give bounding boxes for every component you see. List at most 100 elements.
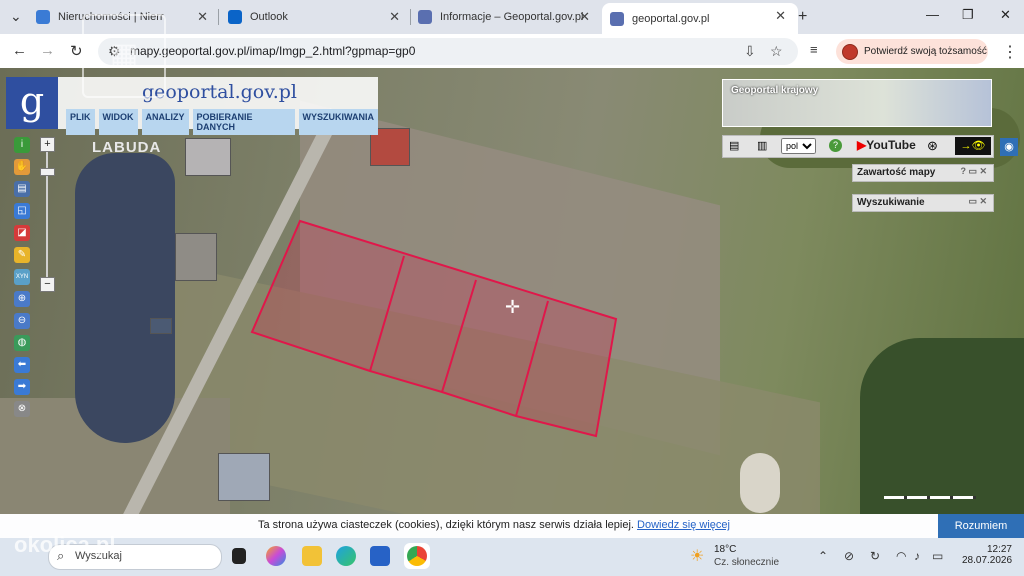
temperature: 18°C (714, 544, 737, 555)
tab-informacje[interactable]: Informacje – Geoportal.gov.pl ✕ (418, 4, 598, 30)
cookie-more-link[interactable]: Dowiedz się więcej (637, 519, 730, 531)
pan-hand-icon[interactable]: ✋ (14, 159, 30, 175)
tab-label: Outlook (250, 11, 288, 23)
parcel-outline[interactable] (250, 219, 618, 438)
previous-view-arrow-icon[interactable]: ⬅ (14, 357, 30, 373)
menu-plik[interactable]: PLIK (66, 109, 95, 135)
next-view-arrow-icon[interactable]: ➡ (14, 379, 30, 395)
file-explorer-icon[interactable] (302, 546, 322, 566)
crosshair-cursor-icon: ✛ (505, 297, 521, 317)
globe-icon[interactable]: ◍ (14, 335, 30, 351)
tab-search-chevron-icon[interactable]: ⌄ (10, 8, 22, 25)
profile-button[interactable]: Potwierdź swoją tożsamość (836, 39, 988, 64)
panel-search[interactable]: Wyszukiwanie ▭ ✕ (852, 194, 994, 212)
new-tab-plus-icon[interactable]: + (798, 8, 807, 26)
contrast-eye-icon[interactable]: →👁 (955, 137, 991, 155)
date: 28.07.2026 (962, 555, 1013, 566)
speaker-icon[interactable]: ♪ (914, 549, 920, 563)
zoom-plus-button[interactable]: + (40, 137, 55, 152)
agency-watermark: LABUDA (92, 139, 162, 156)
close-icon[interactable]: ✕ (579, 9, 590, 25)
draw-shape-icon[interactable]: ◪ (14, 225, 30, 241)
overview-map[interactable]: Geoportal krajowy (722, 79, 992, 127)
help-icon[interactable]: ? (829, 139, 842, 152)
info-icon[interactable]: i (14, 137, 30, 153)
print-icon[interactable]: ▤ (729, 139, 739, 152)
edge-icon[interactable] (336, 546, 356, 566)
close-icon[interactable]: ✕ (197, 9, 208, 25)
browser-menu-icon[interactable]: ⋮ (1002, 42, 1018, 62)
zoom-out-icon[interactable]: ⊖ (14, 313, 30, 329)
reload-icon[interactable]: ↻ (70, 42, 83, 60)
select-area-icon[interactable]: ◱ (14, 203, 30, 219)
tab-label: Informacje – Geoportal.gov.pl (440, 11, 584, 23)
avatar (842, 43, 858, 60)
save-icon[interactable]: ▥ (757, 139, 767, 152)
bookmark-star-icon[interactable]: ☆ (770, 43, 783, 60)
back-arrow-icon[interactable]: ← (12, 42, 27, 59)
panel-map-contents[interactable]: Zawartość mapy ? ▭ ✕ (852, 164, 994, 182)
sync-icon[interactable]: ↻ (870, 549, 880, 563)
store-icon[interactable] (370, 546, 390, 566)
wifi-icon[interactable]: ◠ (896, 549, 906, 563)
panel-controls-icon[interactable]: ? ▭ ✕ (960, 166, 987, 177)
zoom-slider-track[interactable] (46, 140, 48, 282)
install-icon[interactable]: ⇩ (744, 43, 756, 60)
geoportal-header: g geoportal.gov.pl PLIK WIDOK ANALIZY PO… (6, 77, 378, 156)
youtube-link[interactable]: ▶YouTube (857, 138, 916, 152)
panel-title: Wyszukiwanie (857, 197, 925, 208)
view-eye-icon[interactable]: ◉ (1000, 138, 1018, 156)
youtube-play-icon: ▶ (857, 138, 867, 152)
zoom-slider-handle[interactable] (40, 168, 55, 176)
tab-label: geoportal.gov.pl (632, 12, 710, 25)
chrome-icon (407, 546, 427, 566)
show-hidden-icons-chevron-icon[interactable]: ⌃ (818, 549, 828, 563)
xyz-coordinates-icon[interactable]: XYN (14, 269, 30, 285)
chrome-taskbar-button[interactable] (404, 543, 430, 569)
geoportal-logo[interactable]: g (6, 77, 58, 129)
close-icon[interactable]: ✕ (775, 8, 786, 24)
search-favicon-icon (36, 10, 50, 24)
tab-outlook[interactable]: Outlook ✕ (228, 4, 408, 30)
cookie-text: Ta strona używa ciasteczek (cookies), dz… (258, 519, 730, 531)
windows-taskbar: ⌕ Wyszukaj ☀ 18°C Cz. słonecznie ⌃ ⊘ ↻ ◠… (0, 538, 1024, 576)
cookie-accept-button[interactable]: Rozumiem (938, 514, 1024, 538)
language-select[interactable]: pol (781, 138, 816, 154)
window-close-icon[interactable]: ✕ (1000, 7, 1011, 23)
close-icon[interactable]: ✕ (389, 9, 400, 25)
restore-icon[interactable]: ❐ (962, 7, 974, 23)
geoportal-menu: PLIK WIDOK ANALIZY POBIERANIE DANYCH WYS… (66, 109, 378, 135)
zoom-in-icon[interactable]: ⊕ (14, 291, 30, 307)
reading-list-icon[interactable]: ≡ (810, 42, 818, 57)
forward-arrow-icon[interactable]: → (40, 42, 55, 59)
clock[interactable]: 12:27 28.07.2026 (962, 544, 1012, 566)
tab-geoportal[interactable]: geoportal.gov.pl ✕ (602, 3, 798, 34)
accessibility-icon[interactable]: ⊛ (927, 138, 938, 154)
measure-icon[interactable]: ⊗ (14, 401, 30, 417)
task-view-icon[interactable] (232, 548, 246, 564)
pencil-icon[interactable]: ✎ (14, 247, 30, 263)
overview-title: Geoportal krajowy (731, 85, 819, 96)
legend-icon[interactable]: ▤ (14, 181, 30, 197)
geoportal-favicon-icon (610, 11, 624, 26)
address-bar[interactable]: ⚙ mapy.geoportal.gov.pl/imap/Imgp_2.html… (98, 38, 798, 65)
copilot-icon[interactable] (266, 546, 286, 566)
panel-controls-icon[interactable]: ▭ ✕ (968, 196, 987, 207)
menu-analizy[interactable]: ANALIZY (141, 109, 189, 135)
panel-title: Zawartość mapy (857, 167, 936, 178)
menu-widok[interactable]: WIDOK (98, 109, 138, 135)
notification-off-icon[interactable]: ⊘ (844, 549, 854, 563)
zoom-minus-button[interactable]: − (40, 277, 55, 292)
minimize-icon[interactable]: — (926, 7, 939, 22)
menu-pobieranie[interactable]: POBIERANIE DANYCH (192, 109, 295, 135)
agency-logo-watermark: ▦ (82, 14, 166, 98)
url-text: mapy.geoportal.gov.pl/imap/Imgp_2.html?g… (130, 44, 416, 58)
geoportal-icon-bar: ▤ ▥ pol ? ▶YouTube ⊛ →👁 (722, 135, 994, 158)
scale-bar (884, 496, 976, 499)
profile-label: Potwierdź swoją tożsamość (864, 46, 987, 57)
menu-wyszukiwania[interactable]: WYSZUKIWANIA (298, 109, 378, 135)
okolica-watermark: okolica.pl (14, 532, 116, 557)
battery-icon[interactable]: ▭ (932, 549, 943, 563)
cookie-banner: Ta strona używa ciasteczek (cookies), dz… (0, 514, 1024, 538)
weather-text: Cz. słonecznie (714, 557, 780, 568)
